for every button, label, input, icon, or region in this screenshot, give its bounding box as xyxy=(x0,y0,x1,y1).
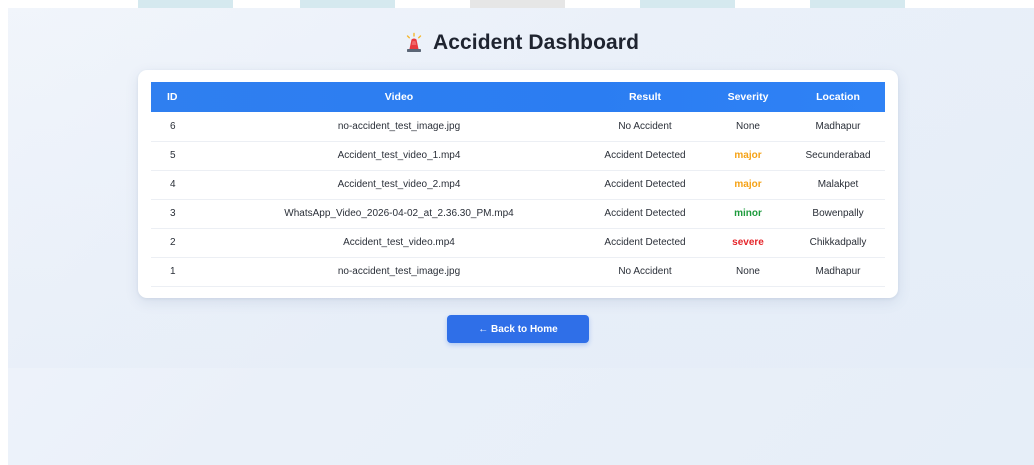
cell-result: No Accident xyxy=(618,266,672,277)
cell-location: Chikkadpally xyxy=(809,237,867,248)
siren-icon xyxy=(403,32,425,54)
cell-location: Bowenpally xyxy=(812,208,864,219)
table-row: 4 Accident_test_video_2.mp4 Accident Det… xyxy=(151,170,885,199)
cell-id: 3 xyxy=(170,208,176,219)
top-strip xyxy=(0,0,1034,8)
back-to-home-button[interactable]: ← Back to Home xyxy=(447,315,589,343)
page-title: Accident Dashboard xyxy=(8,28,1034,58)
table-header-row: ID Video Result Severity Location xyxy=(151,82,885,112)
column-header-location: Location xyxy=(816,91,860,103)
page-title-text: Accident Dashboard xyxy=(432,31,639,54)
cell-severity: None xyxy=(736,120,760,132)
cell-video: no-accident_test_image.jpg xyxy=(337,120,461,132)
cell-id: 2 xyxy=(170,237,176,248)
cell-id: 4 xyxy=(170,179,176,190)
page-viewport: Accident Dashboard ID Video Result Sever… xyxy=(8,8,1034,465)
cell-video: Accident_test_video_2.mp4 xyxy=(337,179,461,190)
cell-severity: major xyxy=(734,150,762,161)
accident-table-card: ID Video Result Severity Location 6 no-a… xyxy=(138,70,898,298)
cell-result: Accident Detected xyxy=(604,208,686,219)
cell-result: Accident Detected xyxy=(604,179,686,190)
cell-location: Malakpet xyxy=(817,179,859,190)
table-row: 1 no-accident_test_image.jpg No Accident… xyxy=(151,257,885,286)
cell-id: 6 xyxy=(170,120,176,132)
cell-id: 1 xyxy=(170,266,176,277)
cell-result: No Accident xyxy=(618,120,672,132)
cell-video: Accident_test_video_1.mp4 xyxy=(337,150,461,161)
cell-severity: minor xyxy=(734,208,762,219)
table-row: 2 Accident_test_video.mp4 Accident Detec… xyxy=(151,228,885,257)
cell-video: no-accident_test_image.jpg xyxy=(337,266,461,277)
table-row: 3 WhatsApp_Video_2026-04-02_at_2.36.30_P… xyxy=(151,199,885,228)
cell-severity: severe xyxy=(732,237,764,248)
cell-location: Madhapur xyxy=(815,120,861,132)
cell-id: 5 xyxy=(170,150,176,161)
column-header-id: ID xyxy=(167,91,178,103)
cell-location: Madhapur xyxy=(815,266,861,277)
table-row: 6 no-accident_test_image.jpg No Accident… xyxy=(151,112,885,141)
column-header-video: Video xyxy=(384,91,414,103)
accident-table: ID Video Result Severity Location 6 no-a… xyxy=(151,82,885,287)
cell-location: Secunderabad xyxy=(805,150,871,161)
cell-result: Accident Detected xyxy=(604,150,686,161)
cell-video: WhatsApp_Video_2026-04-02_at_2.36.30_PM.… xyxy=(284,208,514,219)
cell-video: Accident_test_video.mp4 xyxy=(343,237,455,248)
cell-result: Accident Detected xyxy=(604,237,686,248)
cell-severity: None xyxy=(736,266,760,277)
column-header-result: Result xyxy=(628,91,662,103)
column-header-severity: Severity xyxy=(727,91,769,103)
table-row: 5 Accident_test_video_1.mp4 Accident Det… xyxy=(151,141,885,170)
cell-severity: major xyxy=(734,179,762,190)
